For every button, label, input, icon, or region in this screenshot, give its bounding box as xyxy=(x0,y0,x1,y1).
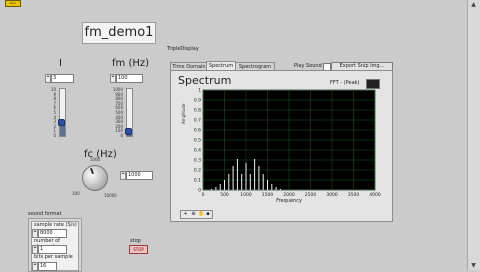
spectrum-graph: 0 500 1000 1500 2000 2500 3000 3500 400010.90.80… xyxy=(194,88,381,204)
x-tick-label: 1000 xyxy=(240,192,252,198)
y-tick-label: 0.3 xyxy=(194,158,201,164)
graph-legend: FFT - (Peak) xyxy=(330,79,380,89)
y-tick-label: 0.1 xyxy=(194,178,201,184)
scroll-up-icon[interactable]: ▲ xyxy=(470,1,477,8)
y-tick-label: 0 xyxy=(198,188,201,194)
legend-label: FFT - (Peak) xyxy=(330,80,360,86)
run-arrow-icon[interactable]: Run xyxy=(5,0,21,7)
x-tick-label: 0 xyxy=(202,192,205,198)
fc-knob-max-range-label: 10000 xyxy=(104,193,117,198)
fc-numeric-input[interactable]: 1000 xyxy=(126,171,153,180)
y-tick-label: 0.2 xyxy=(194,168,201,174)
x-tick-label: 4000 xyxy=(369,192,381,198)
x-tick-label: 3000 xyxy=(326,192,338,198)
i-slider-handle[interactable] xyxy=(58,119,65,126)
y-tick-label: 0.5 xyxy=(194,138,201,144)
mode-icon[interactable]: ▪ xyxy=(205,211,211,218)
i-tick-scale: 10 9 8 7 6 5 4 3 2 1 0 xyxy=(46,88,56,138)
graph-title: Spectrum xyxy=(178,74,232,87)
y-tick-label: 0.8 xyxy=(194,108,201,114)
x-tick-label: 3500 xyxy=(348,192,360,198)
i-numeric-input[interactable]: 3 xyxy=(51,74,74,83)
pan-hand-icon[interactable]: ✋ xyxy=(198,211,205,218)
y-tick-label: 0.7 xyxy=(194,118,201,124)
graph-palette: + ⊕ ✋ ▪ xyxy=(180,210,213,219)
stop-button[interactable]: STOP xyxy=(129,245,148,254)
bits-label: bits per sample xyxy=(34,254,73,260)
channels-input[interactable]: 1 xyxy=(38,245,67,254)
fm-slider-handle[interactable] xyxy=(125,128,132,135)
sample-rate-label: sample rate (S/s) xyxy=(34,222,77,228)
scroll-down-icon[interactable]: ▼ xyxy=(470,262,477,269)
fc-knob-max-label: 1000 xyxy=(89,157,101,162)
tab-control-label: TripleDisplay xyxy=(167,46,199,52)
fm-tick-label: 0 xyxy=(120,133,123,138)
i-tick-label: 0 xyxy=(53,133,56,138)
sound-format-cluster: sample rate (S/s) ◂▸ 8000 number of chan… xyxy=(28,218,82,272)
i-slider-track[interactable] xyxy=(59,88,66,137)
play-sound-label: Play Sound xyxy=(294,63,322,69)
vertical-scrollbar[interactable]: ▲ ▼ xyxy=(467,0,480,270)
y-tick-label: 0.9 xyxy=(194,98,201,104)
x-tick-label: 1500 xyxy=(262,192,274,198)
x-tick-label: 500 xyxy=(220,192,229,198)
sample-rate-input[interactable]: 8000 xyxy=(38,229,67,238)
y-tick-label: 0.6 xyxy=(194,128,201,134)
fc-knob-min-label: 100 xyxy=(72,191,80,196)
sound-format-label: sound format xyxy=(28,211,62,217)
y-tick-label: 0.4 xyxy=(194,148,201,154)
fm-numeric-input[interactable]: 100 xyxy=(116,74,143,83)
y-tick-label: 1 xyxy=(198,88,201,94)
i-label: I xyxy=(59,58,62,69)
fm-label: fm (Hz) xyxy=(112,58,150,69)
fc-knob[interactable] xyxy=(82,165,108,191)
vi-title: fm_demo1 xyxy=(82,22,156,44)
fm-tick-scale: 1000 900 800 700 600 500 400 300 200 100 0 xyxy=(108,88,123,138)
crosshair-icon[interactable]: + xyxy=(182,211,189,218)
x-tick-label: 2500 xyxy=(305,192,317,198)
zoom-icon[interactable]: ⊕ xyxy=(190,211,197,218)
x-axis-label: Frequency xyxy=(276,198,302,204)
stop-caption: stop xyxy=(130,238,141,244)
